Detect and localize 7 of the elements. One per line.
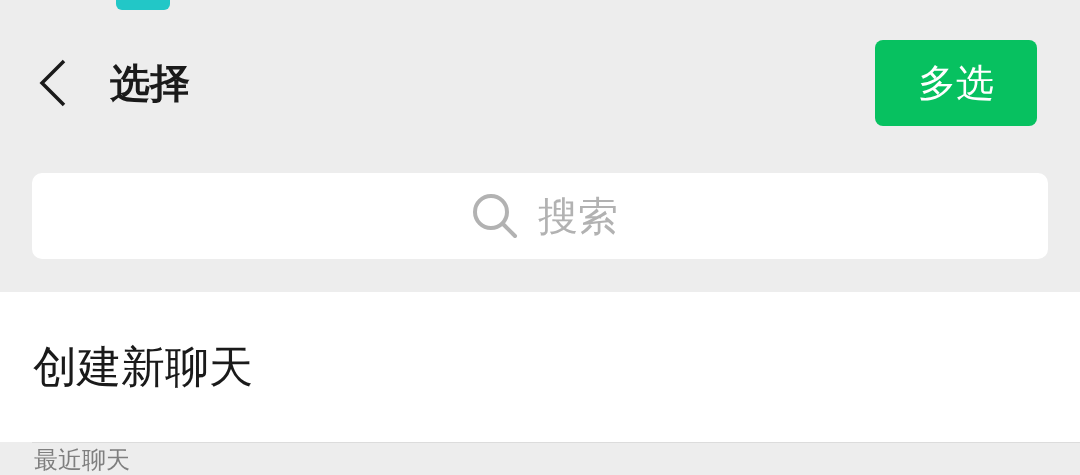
- search-field[interactable]: 搜索: [32, 173, 1048, 259]
- status-icon: [116, 0, 170, 10]
- page-title: 选择: [110, 59, 190, 109]
- section-header: 最近聊天: [34, 446, 130, 474]
- back-icon: [38, 59, 68, 108]
- list-item[interactable]: 创建新聊天: [0, 292, 1080, 442]
- search-icon: [472, 193, 518, 239]
